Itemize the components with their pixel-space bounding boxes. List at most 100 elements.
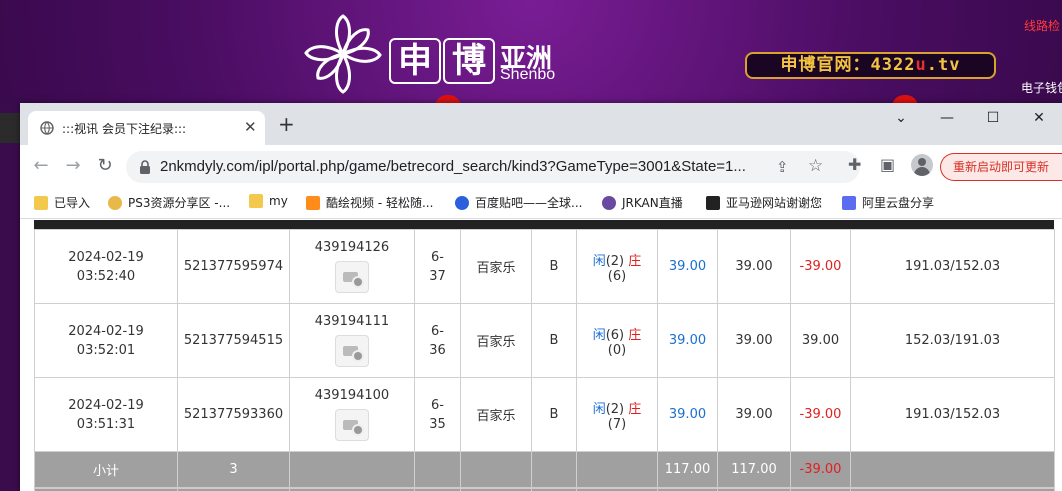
side-panel-icon[interactable]: ▣ — [880, 155, 895, 174]
relaunch-to-update-button[interactable]: 重新启动即可更新 — [940, 153, 1062, 181]
valid-amount-cell: 39.00 — [717, 303, 791, 378]
bookmarks-bar: 已导入 PS3资源分享区 -... my 酷绘视频 - 轻松随... 百度贴吧—… — [20, 187, 1062, 219]
bet-time: 03:52:40 — [76, 268, 136, 284]
new-tab-button[interactable]: + — [278, 114, 295, 134]
game-type-cell: 百家乐 — [460, 303, 532, 378]
bookmark-item[interactable]: 酷绘视频 - 轻松随... — [306, 194, 433, 211]
order-id-cell: 521377593360 — [177, 377, 290, 452]
table-number-cell: 6- 36 — [414, 303, 461, 378]
jrkan-icon — [602, 195, 616, 210]
bookmark-label: PS3资源分享区 -... — [128, 196, 231, 210]
bookmark-item[interactable]: 亚马逊网站谢谢您 — [706, 194, 822, 211]
subtotal-count: 3 — [177, 451, 290, 488]
maximize-button[interactable]: ☐ — [970, 103, 1016, 133]
table-number-part-b: 36 — [429, 342, 446, 358]
logo-char-1: 申 — [389, 38, 441, 84]
bookmark-label: 百度贴吧——全球... — [475, 196, 583, 210]
baidu-icon — [455, 195, 469, 210]
tab-close-icon[interactable]: ✕ — [244, 118, 257, 136]
site-url-suffix: .tv — [926, 55, 961, 75]
bookmark-item[interactable]: 百度贴吧——全球... — [455, 194, 582, 211]
active-tab[interactable]: :::视讯 会员下注纪录::: ✕ — [28, 111, 265, 145]
table-number-part-a: 6- — [431, 323, 444, 339]
line-check-link[interactable]: 线路检 — [1024, 17, 1060, 34]
subtotal-empty-cell — [289, 451, 415, 488]
left-edge-strip — [0, 103, 20, 491]
subtotal-empty-cell — [850, 451, 1055, 488]
bet-side-cell: B — [531, 303, 577, 378]
bet-records-table: 2024-02-19 03:52:40 521377595974 439194126 6… — [34, 229, 1055, 491]
round-id: 439194111 — [314, 314, 390, 329]
tab-bar: :::视讯 会员下注纪录::: ✕ + ⌄ — ☐ ✕ — [20, 103, 1062, 145]
bookmark-item[interactable]: JRKAN直播 — [602, 194, 683, 211]
table-number-part-a: 6- — [431, 249, 444, 265]
address-bar[interactable]: 2nkmdyly.com/ipl/portal.php/game/betreco… — [126, 151, 860, 183]
minimize-button[interactable]: — — [924, 103, 970, 133]
bookmark-item[interactable]: my — [249, 194, 288, 208]
banker-label: 庄 — [628, 401, 642, 417]
bookmark-label: JRKAN直播 — [622, 196, 683, 210]
bet-side-cell: B — [531, 377, 577, 452]
banker-value: (6) — [607, 268, 627, 284]
amazon-icon — [706, 195, 720, 210]
folder-icon — [249, 194, 263, 208]
valid-amount-cell: 39.00 — [717, 377, 791, 452]
win-loss-cell: 39.00 — [790, 303, 851, 378]
bookmark-label: 亚马逊网站谢谢您 — [726, 196, 823, 210]
table-number-part-a: 6- — [431, 397, 444, 413]
table-number-cell: 6- 35 — [414, 377, 461, 452]
result-cell: 闲(6) 庄 (0) — [576, 303, 658, 378]
bookmark-item[interactable]: 已导入 — [34, 194, 90, 211]
win-loss-cell: -39.00 — [790, 229, 851, 304]
edge-cell — [289, 486, 415, 491]
bookmark-item[interactable]: PS3资源分享区 -... — [108, 194, 230, 211]
table-number-cell: 6- 37 — [414, 229, 461, 304]
folder-icon — [34, 195, 48, 210]
video-replay-icon[interactable] — [335, 409, 369, 441]
close-window-button[interactable]: ✕ — [1016, 103, 1062, 133]
reload-icon[interactable]: ↻ — [94, 155, 116, 176]
table-number-part-b: 37 — [429, 268, 446, 284]
tab-title: :::视讯 会员下注纪录::: — [62, 122, 187, 136]
video-replay-icon[interactable] — [335, 261, 369, 293]
lock-icon[interactable] — [138, 159, 152, 175]
game-type-cell: 百家乐 — [460, 377, 532, 452]
bet-amount-cell: 39.00 — [657, 303, 718, 378]
profile-avatar-icon[interactable] — [911, 154, 933, 176]
subtotal-row: 小计 3 117.00 117.00 -39.00 — [34, 451, 1055, 488]
globe-icon — [40, 121, 54, 135]
official-site-url-banner[interactable]: 申博官网：4322u.tv — [745, 52, 996, 79]
e-wallet-link[interactable]: 电子钱包 — [1021, 79, 1062, 96]
tab-search-icon[interactable]: ⌄ — [878, 103, 924, 133]
table-row: 2024-02-19 03:51:31 521377593360 439194100 6… — [34, 377, 1055, 452]
round-id: 439194126 — [314, 240, 390, 255]
edge-cell — [850, 486, 1055, 491]
subtotal-valid: 117.00 — [717, 451, 791, 488]
logo-char-2: 博 — [443, 38, 495, 84]
subtotal-empty-cell — [576, 451, 658, 488]
bookmark-item[interactable]: 阿里云盘分享 — [842, 194, 934, 211]
back-arrow-icon[interactable]: ← — [30, 155, 52, 176]
edge-cell — [531, 486, 577, 491]
bookmark-label: 酷绘视频 - 轻松随... — [326, 196, 434, 210]
bet-datetime-cell: 2024-02-19 03:52:01 — [34, 303, 178, 378]
url-text[interactable]: 2nkmdyly.com/ipl/portal.php/game/betreco… — [160, 158, 770, 175]
player-value: (2) — [605, 253, 625, 269]
bet-date: 2024-02-19 — [68, 323, 144, 339]
extensions-puzzle-icon[interactable]: ✚ — [848, 155, 861, 174]
player-label: 闲 — [592, 401, 606, 417]
video-replay-icon[interactable] — [335, 335, 369, 367]
banker-value: (0) — [607, 342, 627, 358]
forward-arrow-icon[interactable]: → — [62, 155, 84, 176]
bookmark-star-icon[interactable]: ☆ — [808, 156, 823, 176]
site-url-u: u — [915, 55, 927, 75]
share-icon[interactable]: ⇪ — [776, 158, 789, 176]
player-label: 闲 — [592, 253, 606, 269]
edge-cell — [576, 486, 658, 491]
bookmark-label: 已导入 — [54, 196, 91, 210]
ps3-icon — [108, 195, 122, 210]
bet-time: 03:52:01 — [76, 342, 136, 358]
site-url-prefix: 申博官网：4322 — [780, 55, 916, 75]
edge-cell — [177, 486, 290, 491]
edge-cell — [717, 486, 791, 491]
